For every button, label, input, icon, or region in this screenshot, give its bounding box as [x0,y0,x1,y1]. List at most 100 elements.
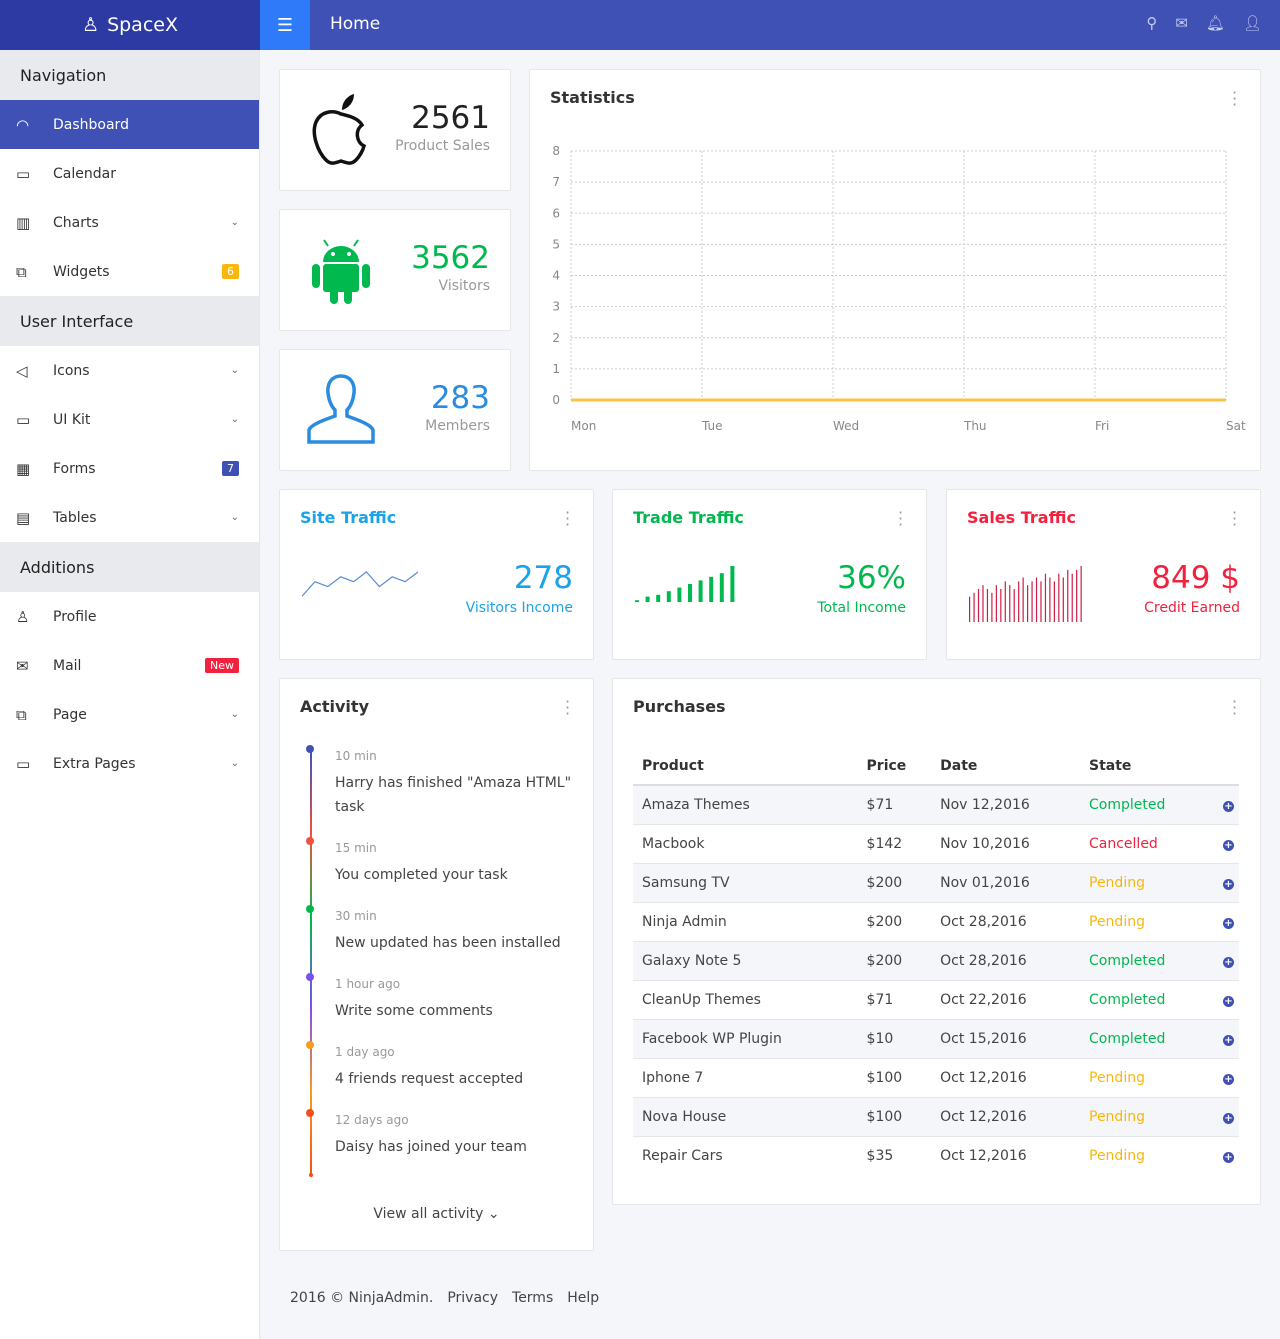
mail-icon[interactable]: ✉ [1175,14,1188,32]
sidebar-item-mail[interactable]: ✉ Mail New [0,641,259,690]
timeline-dot [306,837,314,845]
activity-time: 1 hour ago [335,977,401,991]
sidebar-item-extra-pages[interactable]: ▭ Extra Pages ⌄ [0,739,259,788]
sidebar-item-tables[interactable]: ▤ Tables ⌄ [0,493,259,542]
state-cell: Pending [1080,862,1209,902]
spark-bar [1053,581,1055,622]
state-cell: Cancelled [1080,823,1209,863]
chevron-down-icon: ⌄ [230,217,239,228]
sidebar-item-label: Page [53,706,87,723]
sidebar-item-label: Charts [53,214,99,231]
add-icon[interactable]: + [1222,1073,1234,1085]
search-icon[interactable]: ⚲ [1146,14,1157,32]
stat-label: Members [425,418,490,434]
stat-value: 2561 [411,100,490,136]
traffic-title: Sales Traffic [967,508,1076,527]
add-icon[interactable]: + [1222,878,1234,890]
spark-bar [709,576,714,602]
activity-text: Harry has finished "Amaza HTML" task [335,775,572,815]
table-row: Samsung TV $200 Nov 01,2016 Pending + [633,862,1239,902]
sidebar-item-label: Mail [53,657,82,674]
brand[interactable]: ♙ SpaceX [0,0,260,50]
sidebar-item-icons[interactable]: ◁ Icons ⌄ [0,346,259,395]
product-cell: Galaxy Note 5 [633,940,858,980]
spark-bar [1071,573,1073,622]
traffic-value: 278 [513,560,573,596]
sidebar-item-profile[interactable]: ♙ Profile [0,592,259,641]
sidebar-item-widgets[interactable]: ⧉ Widgets 6 [0,247,259,296]
stat-label: Visitors [438,278,490,294]
spark-bar [1027,585,1029,622]
sidebar-item-forms[interactable]: ▦ Forms 7 [0,444,259,493]
more-options-icon[interactable]: · · · [565,694,570,722]
more-options-icon[interactable]: · · · [898,505,903,533]
timeline-dot [306,973,314,981]
timeline-dot [306,905,314,913]
stat-card-members: 283 Members [279,349,511,471]
user-icon[interactable]: 👤︎ [1243,14,1262,32]
price-cell: $100 [857,1096,932,1136]
timeline-dot [306,745,314,753]
add-icon[interactable]: + [1222,995,1234,1007]
spark-bar [688,584,692,602]
product-cell: Ninja Admin [633,901,858,941]
state-cell: Pending [1080,1057,1209,1097]
more-options-icon[interactable]: · · · [1232,505,1237,533]
help-link[interactable]: Help [567,1290,599,1306]
activity-text: Daisy has joined your team [335,1139,527,1155]
view-all-activity-link[interactable]: View all activity ⌄ [280,1206,593,1222]
state-cell: Completed [1080,784,1209,824]
sidebar-item-label: Profile [53,608,97,625]
x-tick-label: Fri [1095,419,1109,433]
table-row: Galaxy Note 5 $200 Oct 28,2016 Completed + [633,940,1239,980]
activity-card: Activity · · · 10 min Harry has finished "A… [279,678,594,1251]
copyright: 2016 © NinjaAdmin. [290,1290,434,1306]
chart-icon: ▥ [16,213,31,232]
price-cell: $200 [857,901,932,941]
privacy-link[interactable]: Privacy [447,1290,498,1306]
add-icon[interactable]: + [1222,956,1234,968]
sparkline-chart [301,571,419,597]
activity-text: New updated has been installed [335,935,561,951]
column-header: Price [857,747,932,786]
add-icon[interactable]: + [1222,800,1234,812]
sidebar: Navigation ◠ Dashboard ▭ Calendar ▥ Charts ⌄ ⧉ Wi… [0,50,260,1339]
stat-label: Product Sales [395,138,490,154]
more-options-icon[interactable]: · · · [565,505,570,533]
android-icon [306,232,376,308]
menu-toggle-button[interactable]: ☰ [260,0,310,50]
column-header: Date [931,747,1080,786]
add-icon[interactable]: + [1222,1034,1234,1046]
spark-bar [698,580,703,602]
terms-link[interactable]: Terms [512,1290,553,1306]
add-icon[interactable]: + [1222,917,1234,929]
y-tick-label: 8 [552,144,560,158]
stat-value: 3562 [411,240,490,276]
traffic-card-sales-traffic: Sales Traffic · · · 849 $ Credit Earned [946,489,1261,660]
sidebar-item-page[interactable]: ⧉ Page ⌄ [0,690,259,739]
traffic-value: 36% [837,560,906,596]
add-icon[interactable]: + [1222,1151,1234,1163]
table-row: Iphone 7 $100 Oct 12,2016 Pending + [633,1057,1239,1097]
sidebar-item-charts[interactable]: ▥ Charts ⌄ [0,198,259,247]
x-tick-label: Wed [833,419,859,433]
spark-bar [730,566,735,602]
sidebar-item-ui-kit[interactable]: ▭ UI Kit ⌄ [0,395,259,444]
y-tick-label: 2 [552,331,560,345]
product-cell: CleanUp Themes [633,979,858,1019]
sidebar-item-dashboard[interactable]: ◠ Dashboard [0,100,259,149]
activity-time: 30 min [335,909,377,923]
add-icon[interactable]: + [1222,839,1234,851]
add-icon[interactable]: + [1222,1112,1234,1124]
profile-icon: ♙ [16,607,30,626]
sidebar-item-calendar[interactable]: ▭ Calendar [0,149,259,198]
activity-item: 12 days ago Daisy has joined your team [300,1109,573,1159]
date-cell: Nov 01,2016 [931,862,1080,902]
bell-icon[interactable]: 🔔︎ [1206,14,1225,32]
more-options-icon[interactable]: · · · [1232,694,1237,722]
x-tick-label: Thu [963,419,987,433]
price-cell: $200 [857,862,932,902]
y-tick-label: 6 [552,206,560,220]
brand-name: SpaceX [107,14,178,36]
mail-icon: ✉ [16,656,29,675]
